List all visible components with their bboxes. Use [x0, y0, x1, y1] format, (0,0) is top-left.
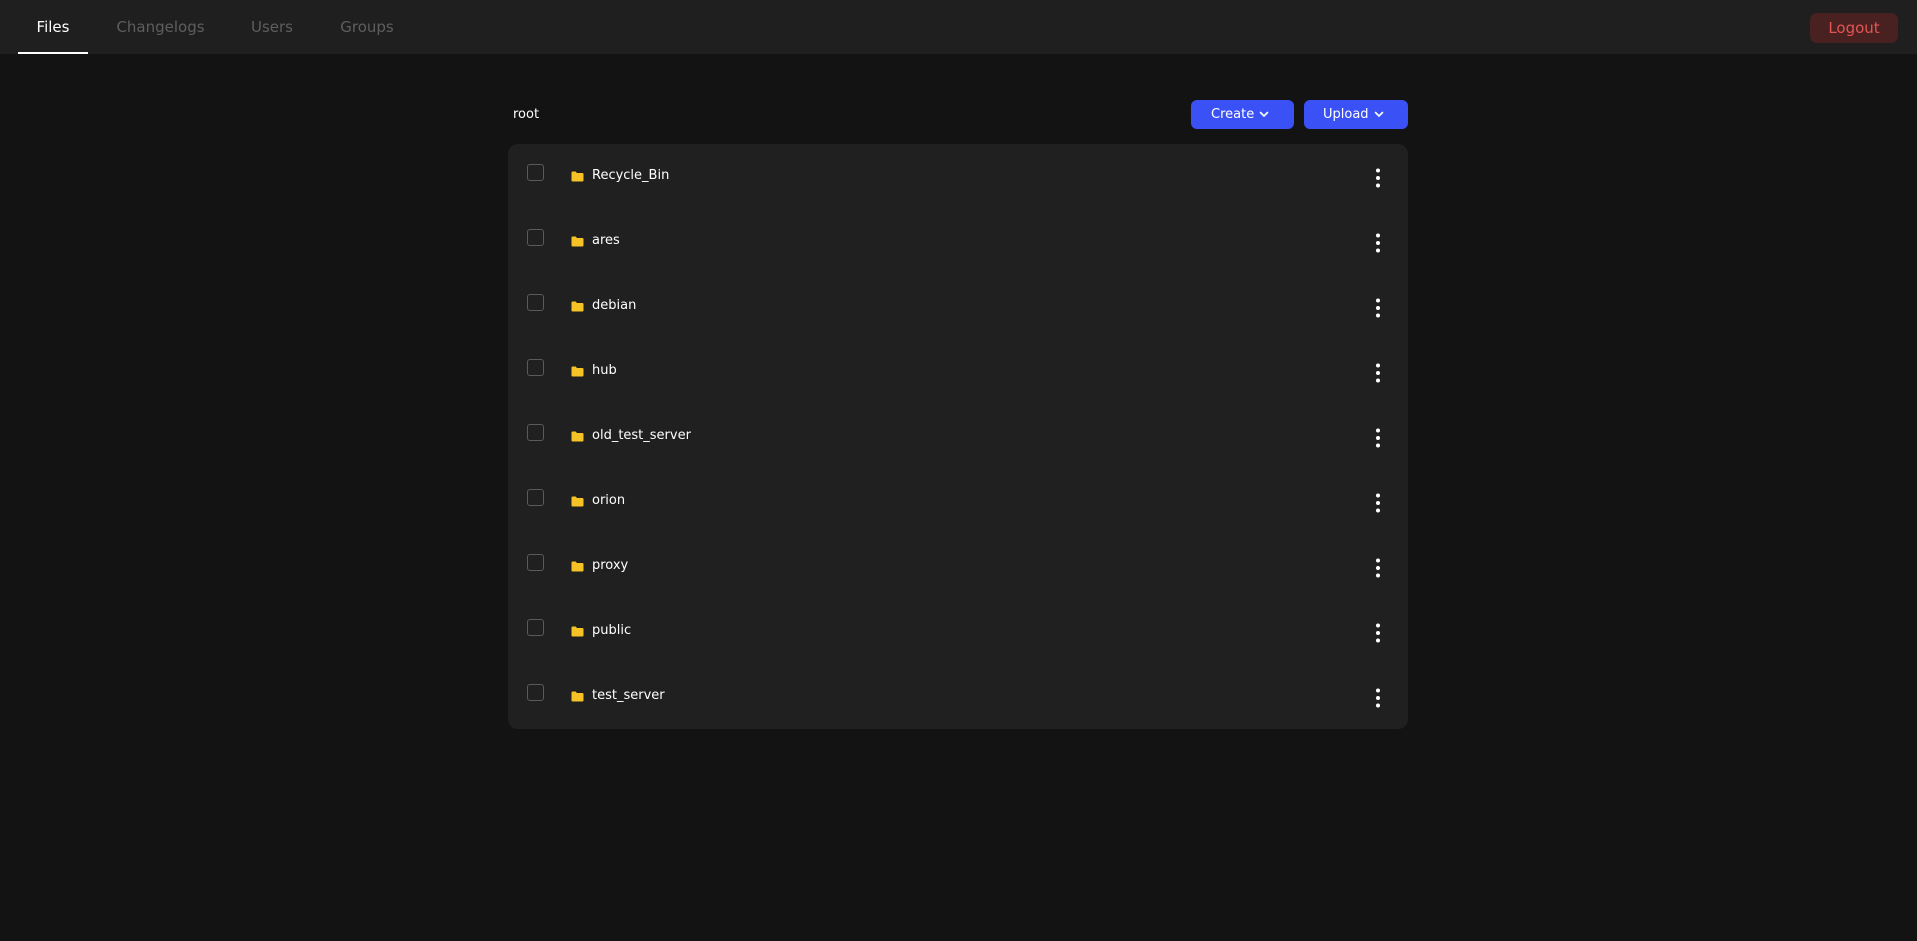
file-name[interactable]: proxy	[592, 555, 628, 577]
row-checkbox[interactable]	[527, 164, 544, 181]
more-options-icon[interactable]	[1370, 297, 1386, 319]
chevron-down-icon	[1259, 111, 1269, 117]
row-checkbox[interactable]	[527, 294, 544, 311]
row-checkbox[interactable]	[527, 554, 544, 571]
folder-icon	[571, 496, 584, 507]
file-row[interactable]: proxy	[508, 534, 1408, 599]
create-button-label: Create	[1211, 107, 1255, 122]
row-checkbox[interactable]	[527, 359, 544, 376]
upload-button-label: Upload	[1323, 107, 1369, 122]
folder-icon	[571, 236, 584, 247]
file-row[interactable]: hub	[508, 339, 1408, 404]
file-name[interactable]: test_server	[592, 685, 665, 707]
more-options-icon[interactable]	[1370, 362, 1386, 384]
row-checkbox[interactable]	[527, 684, 544, 701]
file-row[interactable]: ares	[508, 209, 1408, 274]
logout-button[interactable]: Logout	[1810, 13, 1898, 43]
file-list: Recycle_Bin ares debian hub old_test_ser…	[508, 144, 1408, 729]
folder-icon	[571, 561, 584, 572]
file-name[interactable]: public	[592, 620, 631, 642]
file-row[interactable]: orion	[508, 469, 1408, 534]
file-name[interactable]: orion	[592, 490, 625, 512]
folder-icon	[571, 626, 584, 637]
more-options-icon[interactable]	[1370, 492, 1386, 514]
file-name[interactable]: Recycle_Bin	[592, 165, 669, 187]
folder-icon	[571, 691, 584, 702]
file-name[interactable]: old_test_server	[592, 425, 691, 447]
file-row[interactable]: debian	[508, 274, 1408, 339]
more-options-icon[interactable]	[1370, 167, 1386, 189]
file-row[interactable]: Recycle_Bin	[508, 144, 1408, 209]
chevron-down-icon	[1374, 111, 1384, 117]
folder-icon	[571, 301, 584, 312]
folder-icon	[571, 171, 584, 182]
row-checkbox[interactable]	[527, 619, 544, 636]
tab-files[interactable]: Files	[18, 0, 88, 54]
tab-groups[interactable]: Groups	[338, 0, 396, 54]
upload-button[interactable]: Upload	[1304, 100, 1408, 129]
top-navigation-bar: Files Changelogs Users Groups Logout	[0, 0, 1917, 54]
file-name[interactable]: ares	[592, 230, 620, 252]
row-checkbox[interactable]	[527, 489, 544, 506]
more-options-icon[interactable]	[1370, 232, 1386, 254]
file-row[interactable]: test_server	[508, 664, 1408, 729]
more-options-icon[interactable]	[1370, 687, 1386, 709]
tab-changelogs[interactable]: Changelogs	[113, 0, 208, 54]
folder-icon	[571, 366, 584, 377]
more-options-icon[interactable]	[1370, 427, 1386, 449]
file-row[interactable]: old_test_server	[508, 404, 1408, 469]
more-options-icon[interactable]	[1370, 557, 1386, 579]
file-row[interactable]: public	[508, 599, 1408, 664]
create-button[interactable]: Create	[1191, 100, 1294, 129]
breadcrumb[interactable]: root	[513, 104, 539, 126]
more-options-icon[interactable]	[1370, 622, 1386, 644]
file-name[interactable]: hub	[592, 360, 617, 382]
tab-users[interactable]: Users	[248, 0, 296, 54]
row-checkbox[interactable]	[527, 424, 544, 441]
row-checkbox[interactable]	[527, 229, 544, 246]
folder-icon	[571, 431, 584, 442]
file-name[interactable]: debian	[592, 295, 636, 317]
